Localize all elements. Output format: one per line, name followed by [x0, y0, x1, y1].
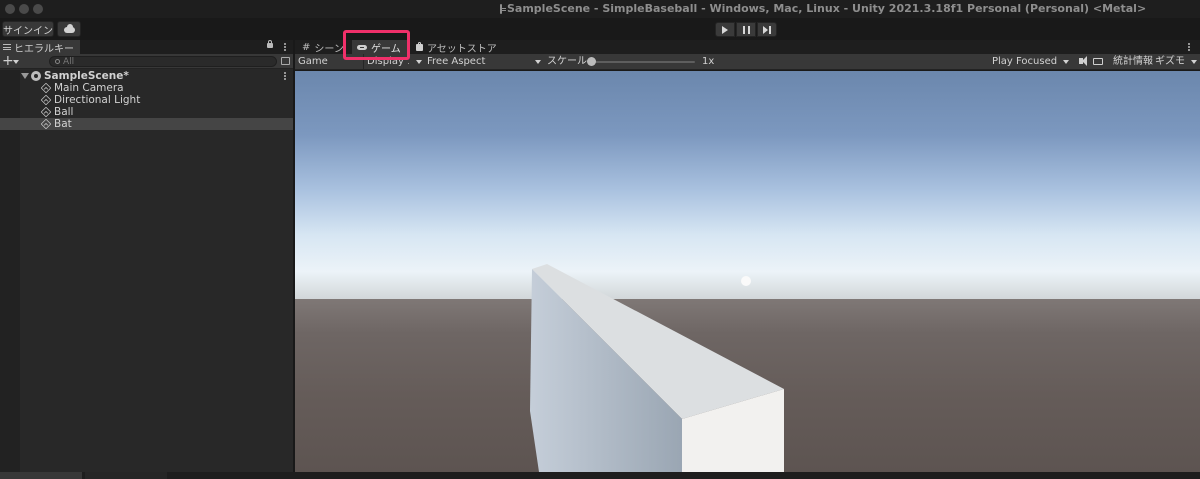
search-placeholder: All: [63, 56, 75, 67]
ball-object: [741, 276, 751, 286]
cloud-icon: [63, 24, 75, 33]
search-input[interactable]: All: [49, 56, 277, 67]
scene-name: SampleScene*: [44, 70, 129, 82]
scale-label: スケール: [547, 56, 587, 67]
gamepad-icon: [357, 44, 367, 50]
bag-icon: [416, 41, 423, 51]
bottom-panel-tabbar: [0, 472, 1200, 479]
maximize-window-button[interactable]: [33, 4, 43, 14]
signin-button[interactable]: サインイン: [2, 21, 54, 37]
game-viewport[interactable]: [295, 71, 1200, 472]
tab-game-label: ゲーム: [371, 43, 401, 55]
view-tabbar: # シーン ゲーム アセットストア: [295, 40, 1200, 55]
chevron-down-icon[interactable]: [535, 60, 541, 64]
tab-game[interactable]: ゲーム: [352, 40, 408, 55]
unity-scene-icon: [31, 71, 41, 81]
tab-scene[interactable]: # シーン: [299, 40, 347, 55]
window-title: SampleScene - SimpleBaseball - Windows, …: [500, 2, 1146, 15]
hierarchy-gutter: [0, 70, 20, 472]
lock-icon[interactable]: [267, 40, 273, 48]
hierarchy-toolbar: + All: [0, 54, 293, 69]
aspect-dropdown[interactable]: Free Aspect: [427, 54, 485, 69]
scene-menu-icon[interactable]: [284, 72, 286, 74]
hierarchy-menu-icon[interactable]: [284, 43, 286, 45]
main-toolbar: サインイン: [0, 18, 1200, 40]
tab-asset-store-label: アセットストア: [427, 43, 497, 55]
game-toolbar: Game Display 1 Free Aspect スケール 1x Play …: [295, 54, 1200, 70]
list-item[interactable]: Ball: [0, 106, 293, 118]
keyboard-icon[interactable]: [1093, 58, 1103, 65]
close-window-button[interactable]: [5, 4, 15, 14]
filter-icon[interactable]: [281, 57, 290, 65]
list-item-label: Directional Light: [54, 94, 141, 106]
list-item-label: Bat: [54, 118, 72, 130]
search-icon: [55, 59, 60, 64]
game-panel: # シーン ゲーム アセットストア Game Display 1 Free As…: [295, 40, 1200, 472]
speaker-icon[interactable]: [1079, 56, 1087, 66]
divider: [363, 54, 364, 69]
chevron-down-icon[interactable]: [21, 73, 29, 79]
tab-hierarchy[interactable]: ヒエラルキー: [0, 40, 80, 55]
hierarchy-panel: ヒエラルキー + All SampleScene* Main Camera Di…: [0, 40, 293, 472]
step-icon: [763, 25, 771, 34]
cube-icon: [40, 82, 52, 94]
chevron-down-icon[interactable]: [13, 60, 19, 64]
scale-slider-handle[interactable]: [587, 57, 596, 66]
game-menu-icon[interactable]: [1188, 43, 1190, 45]
mode-dropdown[interactable]: Game: [298, 54, 328, 69]
window-title-text: SampleScene - SimpleBaseball - Windows, …: [507, 2, 1147, 15]
hash-icon: #: [302, 41, 311, 53]
chevron-down-icon[interactable]: [1063, 60, 1069, 64]
list-item[interactable]: Directional Light: [0, 94, 293, 106]
cube-icon: [40, 106, 52, 118]
tab-project[interactable]: [0, 472, 82, 479]
chevron-down-icon[interactable]: [1191, 60, 1197, 64]
play-button[interactable]: [715, 22, 735, 37]
minimize-window-button[interactable]: [19, 4, 29, 14]
hierarchy-tabbar: ヒエラルキー: [0, 40, 293, 55]
gizmos-button[interactable]: ギズモ: [1155, 54, 1185, 69]
play-mode-dropdown[interactable]: Play Focused: [992, 54, 1057, 69]
scale-slider-track[interactable]: [591, 61, 695, 63]
window-titlebar: SampleScene - SimpleBaseball - Windows, …: [0, 0, 1200, 18]
pause-icon: [742, 25, 750, 34]
cube-icon: [40, 94, 52, 106]
scene-row[interactable]: SampleScene*: [0, 70, 293, 82]
chevron-down-icon[interactable]: [416, 60, 422, 64]
scale-value: 1x: [702, 56, 715, 67]
tab-hierarchy-label: ヒエラルキー: [14, 43, 74, 55]
pause-button[interactable]: [736, 22, 756, 37]
add-button[interactable]: +: [2, 54, 14, 69]
play-controls: [715, 22, 777, 37]
tab-asset-store[interactable]: アセットストア: [413, 40, 497, 55]
list-item[interactable]: Bat: [0, 118, 293, 130]
tab-console[interactable]: [85, 472, 167, 479]
play-icon: [722, 25, 728, 34]
list-icon: [3, 44, 11, 50]
bat-object: [530, 264, 784, 472]
list-item-label: Ball: [54, 106, 74, 118]
list-item-label: Main Camera: [54, 82, 124, 94]
list-item[interactable]: Main Camera: [0, 82, 293, 94]
stats-button[interactable]: 統計情報: [1113, 54, 1153, 69]
document-icon: [500, 3, 506, 14]
cube-icon: [40, 118, 52, 130]
tab-scene-label: シーン: [314, 43, 344, 55]
step-button[interactable]: [757, 22, 777, 37]
display-dropdown[interactable]: Display 1: [367, 54, 409, 69]
cloud-button[interactable]: [57, 21, 81, 37]
